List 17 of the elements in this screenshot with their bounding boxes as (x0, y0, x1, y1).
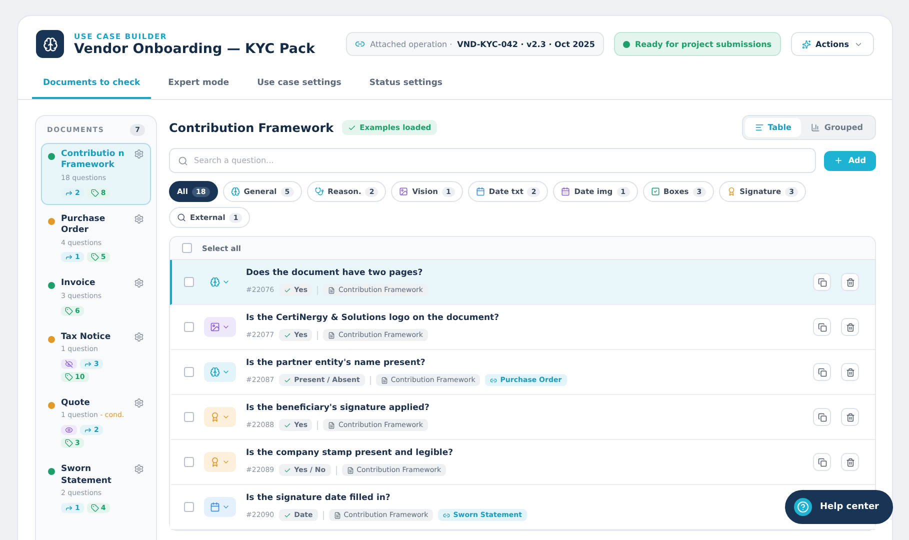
document-name: Sworn Statement (61, 464, 112, 488)
document-name: Tax Notice (61, 332, 112, 344)
question-text: Is the partner entity's name present? (246, 358, 426, 368)
question-text: Is the beneficiary's signature applied? (246, 403, 430, 413)
question-text: Is the company stamp present and legible? (246, 448, 454, 458)
document-name: Contributio n Framework (61, 149, 126, 172)
question-text: Is the CertiNergy & Solutions logo on the document? (246, 313, 500, 323)
page-title: Vendor Onboarding — KYC Pack (74, 40, 316, 56)
section-title: Contribution Framework (169, 120, 334, 134)
operation-label: Attached operation · (370, 40, 452, 48)
document-name: Quote (61, 398, 91, 410)
status-label: Ready for project submissions (634, 40, 772, 48)
question-text: Does the document have two pages? (246, 268, 424, 278)
operation-value: VND-KYC-042 · v2.3 · Oct 2025 (457, 40, 595, 48)
question-text: Is the signature date filled in? (246, 493, 392, 503)
document-name: Invoice (61, 278, 96, 290)
document-name: Purchase Order (61, 214, 106, 237)
